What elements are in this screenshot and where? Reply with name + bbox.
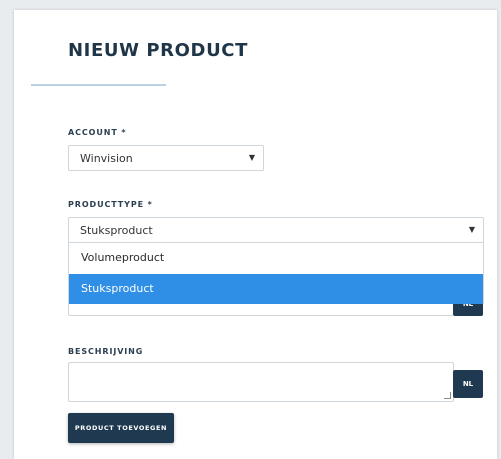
producttype-select-value: Stuksproduct <box>80 224 153 237</box>
producttype-dropdown-list: Volumeproduct Stuksproduct <box>68 242 484 304</box>
new-product-panel: NIEUW PRODUCT ACCOUNT * Winvision ▼ PROD… <box>14 10 497 459</box>
account-select-value: Winvision <box>80 152 133 165</box>
producttype-select[interactable]: Stuksproduct ▼ <box>68 217 484 243</box>
producttype-label: PRODUCTTYPE * <box>68 200 153 209</box>
description-label: BESCHRIJVING <box>68 347 144 356</box>
title-underline <box>31 84 166 86</box>
add-product-button[interactable]: PRODUCT TOEVOEGEN <box>68 413 174 443</box>
caret-down-icon: ▼ <box>468 225 475 234</box>
resize-grip-icon[interactable] <box>444 392 451 399</box>
dropdown-option-stuksproduct[interactable]: Stuksproduct <box>69 274 483 304</box>
description-language-button[interactable]: NL <box>453 370 483 398</box>
account-select[interactable]: Winvision ▼ <box>68 145 264 171</box>
page-title: NIEUW PRODUCT <box>68 40 248 61</box>
description-textarea[interactable] <box>68 362 454 402</box>
account-label: ACCOUNT * <box>68 128 127 137</box>
caret-down-icon: ▼ <box>248 153 255 162</box>
dropdown-option-volumeproduct[interactable]: Volumeproduct <box>69 243 483 273</box>
